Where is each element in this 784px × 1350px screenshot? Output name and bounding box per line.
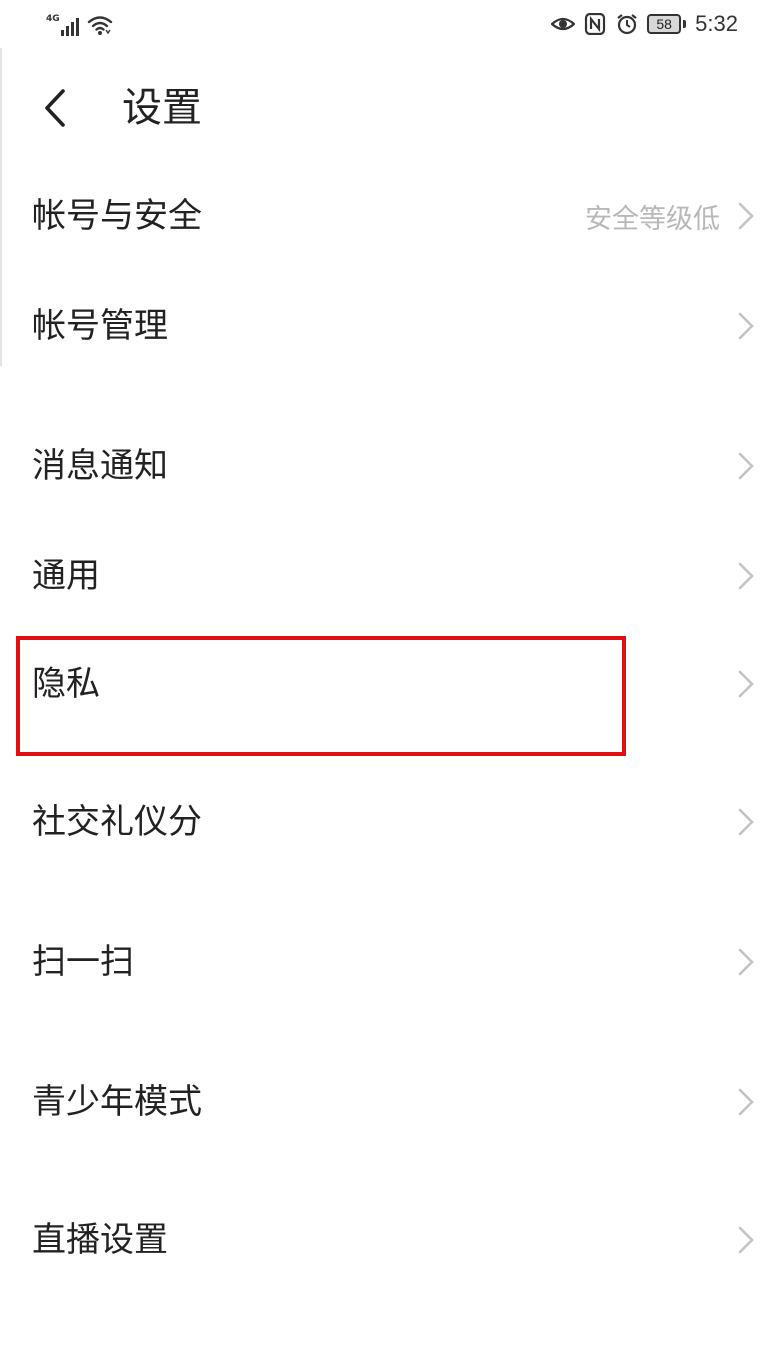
- settings-item-account-management[interactable]: 帐号管理: [0, 276, 784, 376]
- chevron-right-icon: [738, 1226, 754, 1254]
- settings-item-right: [738, 634, 754, 734]
- security-level-value: 安全等级低: [585, 203, 720, 235]
- clock-time: 5:32: [695, 11, 738, 36]
- settings-item-right: [738, 416, 754, 516]
- settings-item-label: 直播设置: [32, 1220, 168, 1260]
- back-button[interactable]: [30, 80, 80, 136]
- network-type-label: 4G: [46, 14, 60, 24]
- chevron-right-icon: [738, 202, 754, 230]
- chevron-right-icon: [738, 808, 754, 836]
- settings-item-label: 扫一扫: [32, 942, 134, 982]
- settings-item-right: [738, 772, 754, 872]
- settings-item-label: 隐私: [32, 664, 100, 704]
- settings-item-account-security[interactable]: 帐号与安全 安全等级低: [0, 166, 784, 266]
- settings-item-scan[interactable]: 扫一扫: [0, 912, 784, 1012]
- wifi-icon: [87, 16, 112, 35]
- chevron-right-icon: [738, 312, 754, 340]
- settings-item-general[interactable]: 通用: [0, 526, 784, 626]
- battery-icon: 58: [647, 14, 682, 34]
- settings-item-notifications[interactable]: 消息通知: [0, 416, 784, 516]
- chevron-left-icon: [45, 89, 65, 127]
- settings-item-privacy[interactable]: 隐私: [0, 634, 784, 734]
- settings-item-label: 消息通知: [32, 446, 168, 486]
- settings-item-live-settings[interactable]: 直播设置: [0, 1190, 784, 1290]
- settings-item-label: 帐号与安全: [32, 196, 202, 236]
- status-bar: 4G 58 5:32: [0, 0, 784, 48]
- settings-item-teen-mode[interactable]: 青少年模式: [0, 1052, 784, 1152]
- status-bar-left: 4G: [46, 10, 113, 36]
- signal-icon: [60, 16, 81, 36]
- settings-item-right: [738, 1190, 754, 1290]
- settings-item-right: [738, 1052, 754, 1152]
- page-title: 设置: [122, 85, 202, 131]
- settings-item-label: 社交礼仪分: [32, 802, 202, 842]
- battery-level: 58: [656, 16, 672, 32]
- nfc-icon: [585, 13, 606, 35]
- chevron-right-icon: [738, 670, 754, 698]
- chevron-right-icon: [738, 948, 754, 976]
- settings-item-label: 帐号管理: [32, 306, 168, 346]
- header: 设置: [0, 60, 784, 156]
- settings-item-label: 青少年模式: [32, 1082, 202, 1122]
- settings-item-social-etiquette[interactable]: 社交礼仪分: [0, 772, 784, 872]
- eye-icon: [551, 17, 576, 31]
- alarm-icon: [617, 14, 637, 35]
- settings-item-right: 安全等级低: [585, 166, 754, 266]
- settings-item-right: [738, 526, 754, 626]
- settings-item-right: [738, 912, 754, 1012]
- settings-item-label: 通用: [32, 556, 100, 596]
- battery-tip: [683, 20, 687, 28]
- settings-item-right: [738, 276, 754, 376]
- chevron-right-icon: [738, 562, 754, 590]
- chevron-right-icon: [738, 1088, 754, 1116]
- status-bar-right: 58 5:32: [551, 10, 738, 38]
- chevron-right-icon: [738, 452, 754, 480]
